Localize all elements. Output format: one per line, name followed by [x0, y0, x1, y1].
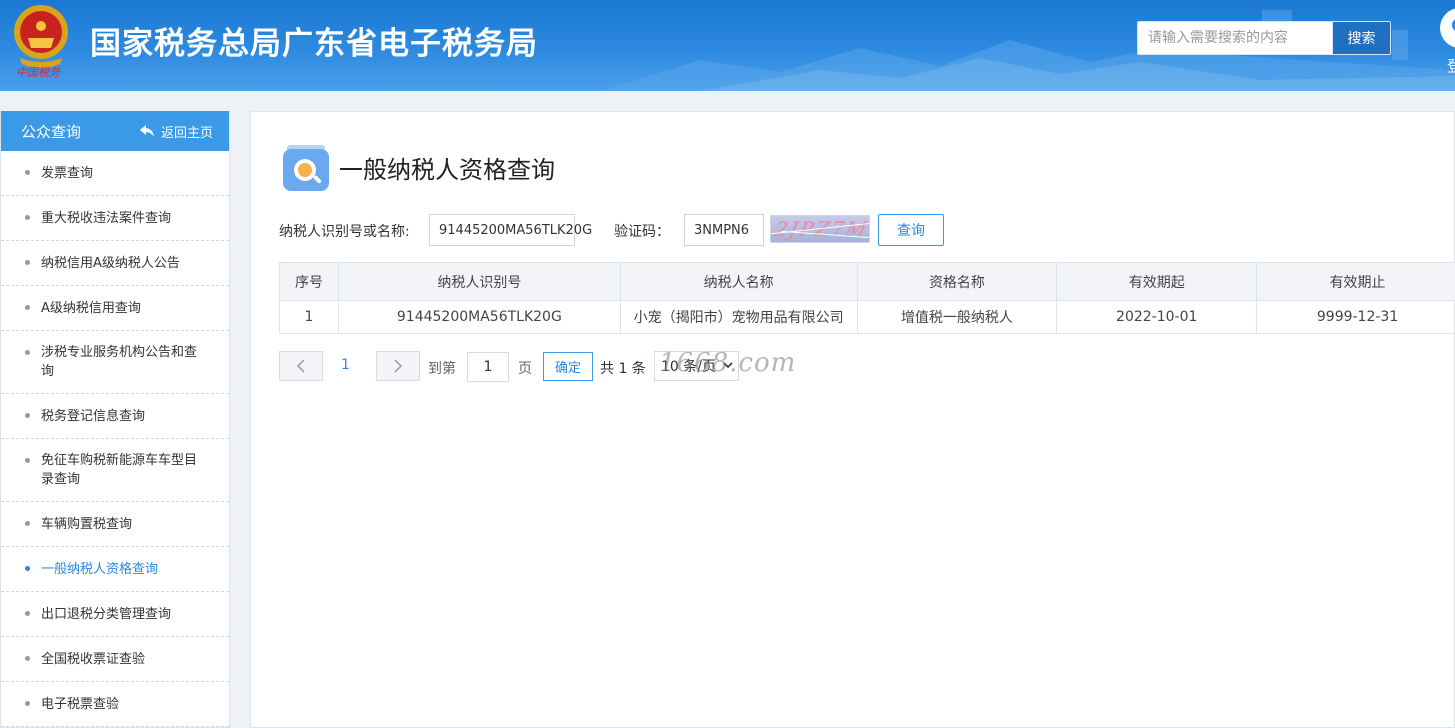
col-header-taxpayer-name: 纳税人名称 [619, 262, 858, 301]
sidebar-item-invoice-query[interactable]: 发票查询 [1, 151, 229, 196]
search-input[interactable] [1137, 21, 1333, 55]
sidebar-header: 公众查询 返回主页 [1, 111, 229, 151]
back-home-link[interactable]: 返回主页 [139, 122, 213, 141]
emblem-caption: 中国税务 [16, 66, 60, 79]
col-header-valid-from: 有效期起 [1056, 262, 1258, 301]
site-title: 国家税务总局广东省电子税务局 [90, 26, 538, 62]
col-header-taxpayer-id: 纳税人识别号 [337, 262, 621, 301]
captcha-image-text: 2JPZ7M [772, 217, 870, 241]
cell-taxpayer-id: 91445200MA56TLK20G [337, 300, 621, 334]
back-home-label: 返回主页 [160, 125, 213, 141]
goto-suffix: 页 [518, 361, 532, 377]
goto-prefix: 到第 [428, 361, 456, 377]
sidebar-item-export-rebate-query[interactable]: 出口退税分类管理查询 [1, 592, 229, 637]
sidebar-item-tax-registration-query[interactable]: 税务登记信息查询 [1, 394, 229, 439]
taxpayer-id-input[interactable]: 91445200MA56TLK20G [429, 214, 592, 246]
page-title: 一般纳税人资格查询 [339, 156, 555, 184]
chevron-right-icon [394, 359, 403, 373]
back-arrow-icon [139, 125, 154, 137]
result-table: 序号 纳税人识别号 纳税人名称 资格名称 有效期起 有效期止 1 9144520… [279, 262, 1455, 334]
page-size-select[interactable]: 10 条/页 [654, 351, 739, 381]
total-count: 共 1 条 [600, 361, 646, 377]
captcha-input[interactable]: 3NMPN6 [684, 214, 764, 246]
sidebar-item-a-level-credit-query[interactable]: A级纳税信用查询 [1, 286, 229, 331]
cell-qualification: 增值税一般纳税人 [856, 300, 1058, 334]
col-header-qualification: 资格名称 [856, 262, 1058, 301]
sidebar-item-e-tax-ticket-check[interactable]: 电子税票查验 [1, 682, 229, 727]
cell-valid-from: 2022-10-01 [1056, 300, 1258, 334]
search-button[interactable]: 搜索 [1332, 21, 1391, 55]
goto-confirm-button[interactable]: 确定 [543, 352, 593, 381]
page-number-current[interactable]: 1 [341, 357, 350, 373]
main-panel: 一般纳税人资格查询 纳税人识别号或名称: 91445200MA56TLK20G … [250, 111, 1455, 728]
sidebar-item-a-level-announcement[interactable]: 纳税信用A级纳税人公告 [1, 241, 229, 286]
sidebar-item-general-taxpayer-query[interactable]: 一般纳税人资格查询 [1, 547, 229, 592]
sidebar-item-vehicle-purchase-tax[interactable]: 车辆购置税查询 [1, 502, 229, 547]
page-size-value: 10 条/页 [661, 359, 716, 375]
sidebar-item-tax-service-agency[interactable]: 涉税专业服务机构公告和查询 [1, 331, 229, 394]
prev-page-button[interactable] [279, 351, 323, 381]
chevron-down-icon [723, 362, 733, 369]
table-header-row: 序号 纳税人识别号 纳税人名称 资格名称 有效期起 有效期止 [279, 262, 1455, 301]
sidebar-item-major-violation-query[interactable]: 重大税收违法案件查询 [1, 196, 229, 241]
captcha-image[interactable]: 2JPZ7M [770, 215, 870, 243]
table-row: 1 91445200MA56TLK20G 小宠（揭阳市）宠物用品有限公司 增值税… [279, 300, 1455, 334]
site-header: 中国税务 国家税务总局广东省电子税务局 搜索 登 [0, 0, 1455, 91]
captcha-label: 验证码： [614, 224, 670, 240]
col-header-valid-to: 有效期止 [1256, 262, 1455, 301]
sidebar: 公众查询 返回主页 发票查询 重大税收违法案件查询 纳税信用A级纳税人公告 A级… [0, 111, 230, 728]
chevron-left-icon [296, 359, 305, 373]
login-link[interactable]: 登 [1447, 55, 1455, 76]
col-header-index: 序号 [279, 262, 339, 301]
query-button[interactable]: 查询 [878, 214, 944, 246]
cell-index: 1 [279, 300, 339, 334]
taxpayer-label: 纳税人识别号或名称: [279, 224, 410, 240]
sidebar-title: 公众查询 [21, 122, 82, 141]
sidebar-item-new-energy-vehicle-catalog[interactable]: 免征车购税新能源车车型目录查询 [1, 439, 229, 502]
goto-page-input[interactable]: 1 [467, 352, 509, 382]
sidebar-item-tax-certificate-check[interactable]: 全国税收票证查验 [1, 637, 229, 682]
cell-taxpayer-name: 小宠（揭阳市）宠物用品有限公司 [619, 300, 858, 334]
cell-valid-to: 9999-12-31 [1256, 300, 1455, 334]
next-page-button[interactable] [376, 351, 420, 381]
sidebar-menu: 发票查询 重大税收违法案件查询 纳税信用A级纳税人公告 A级纳税信用查询 涉税专… [1, 151, 229, 727]
search-page-icon [283, 145, 329, 191]
